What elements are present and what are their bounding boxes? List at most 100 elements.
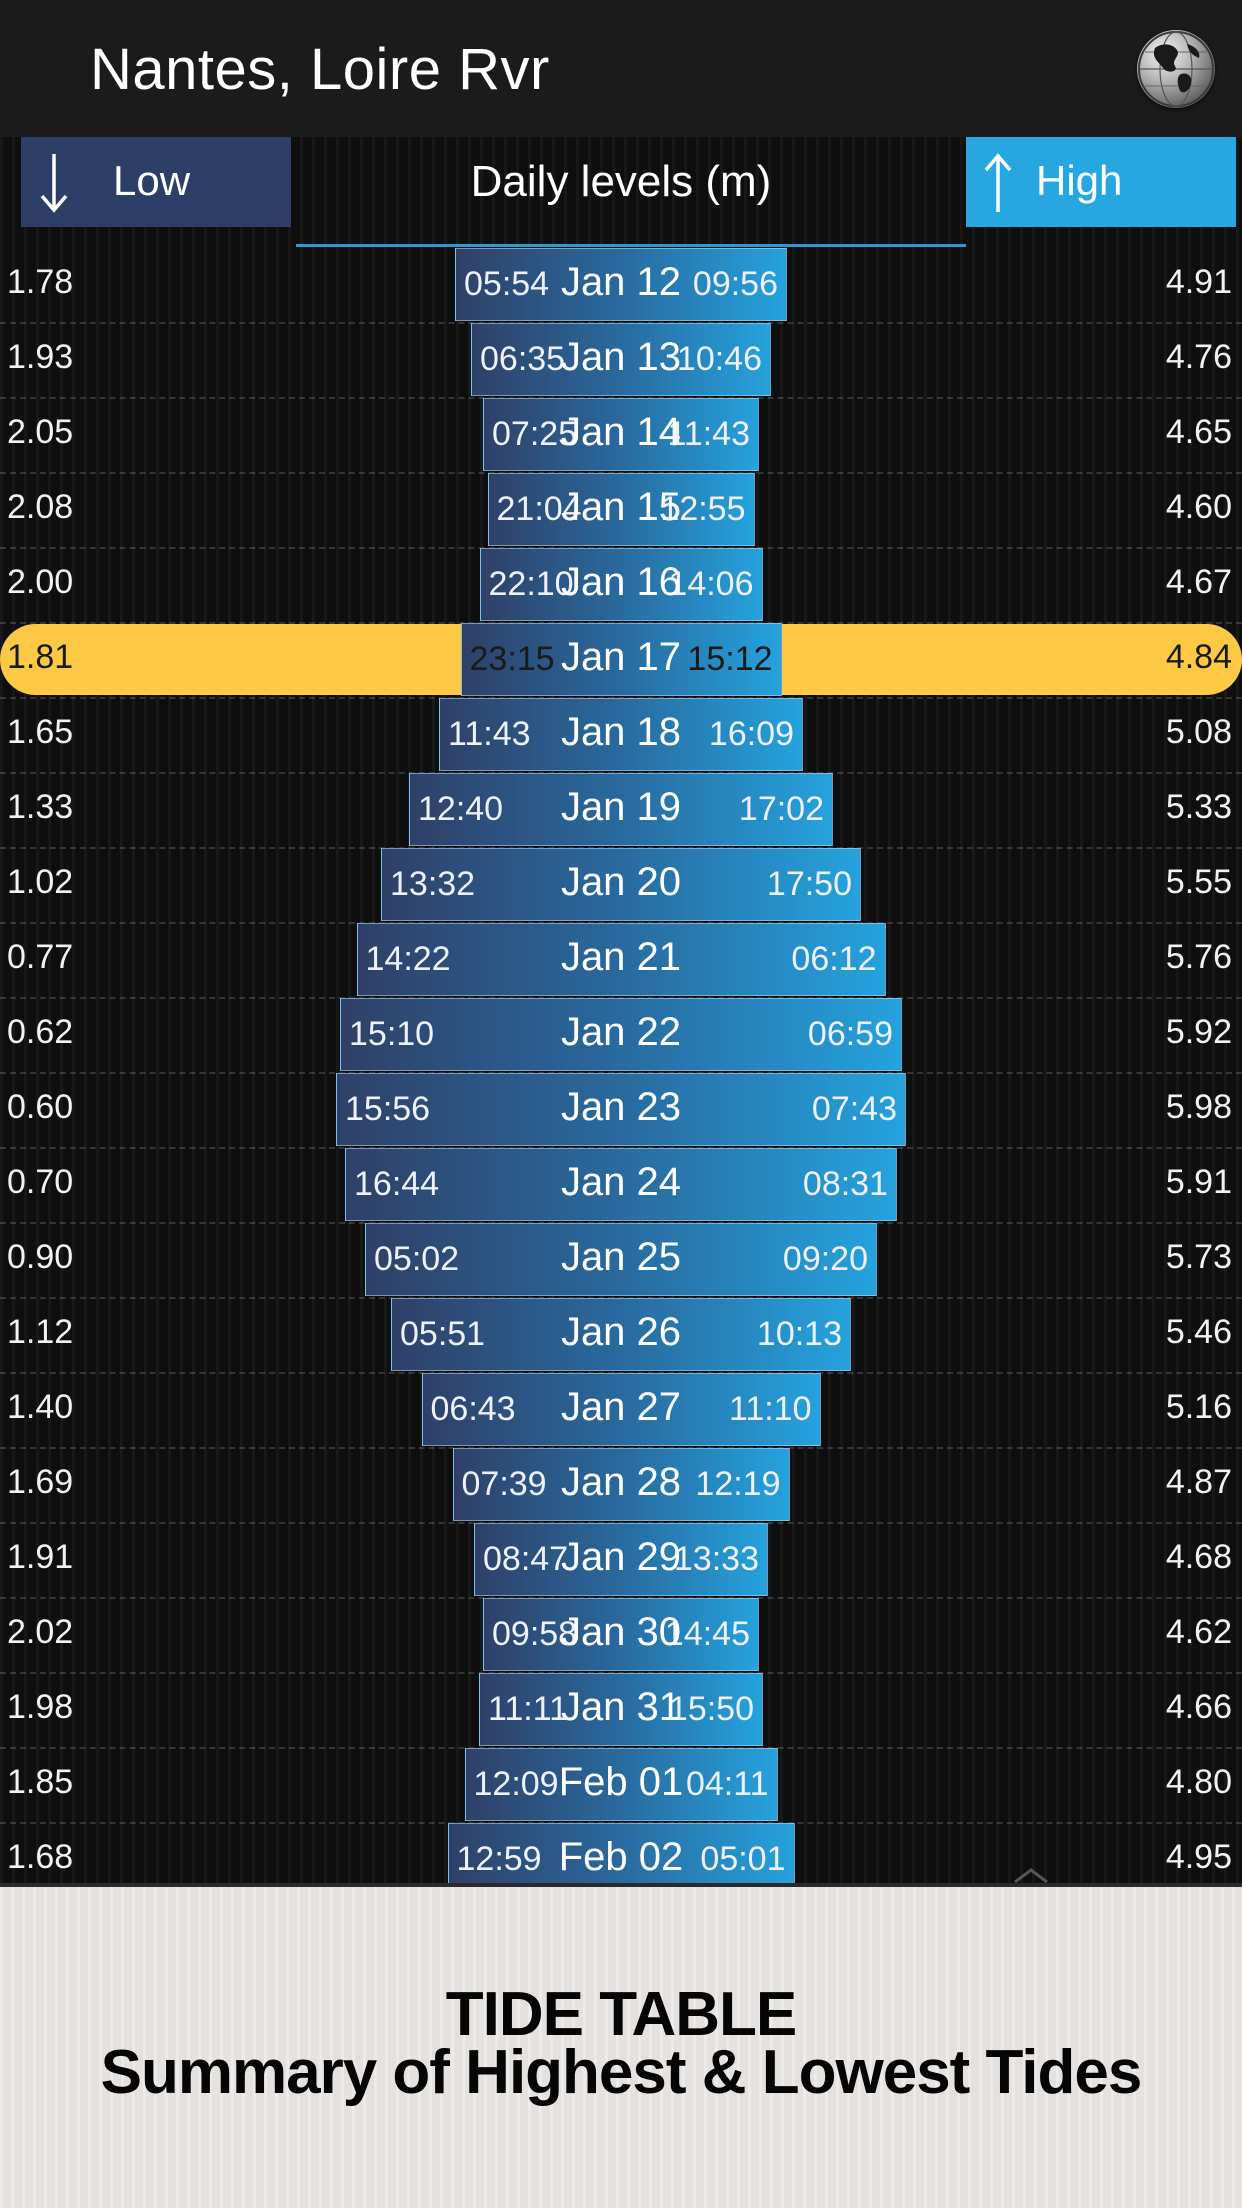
low-tide-time: 12:40	[418, 790, 504, 828]
low-level-value: 0.77	[7, 938, 74, 976]
high-tide-time: 09:20	[782, 1240, 868, 1278]
low-level-value: 1.12	[7, 1313, 74, 1351]
high-level-value: 4.62	[1165, 1613, 1232, 1651]
tide-row[interactable]: 1.93 06:35 10:46 Jan 13 4.76	[0, 322, 1242, 397]
high-level-value: 5.91	[1165, 1163, 1232, 1201]
tide-row[interactable]: 2.05 07:25 11:43 Jan 14 4.65	[0, 397, 1242, 472]
location-title: Nantes, Loire Rvr	[90, 37, 550, 102]
tide-row[interactable]: 1.40 06:43 11:10 Jan 27 5.16	[0, 1372, 1242, 1447]
row-date: Jan 18	[560, 710, 682, 754]
high-tide-time: 06:12	[791, 940, 877, 978]
high-tide-time: 10:13	[756, 1315, 842, 1353]
tide-row[interactable]: 0.60 15:56 07:43 Jan 23 5.98	[0, 1072, 1242, 1147]
scroll-up-indicator-icon[interactable]	[1013, 1868, 1049, 1883]
tide-row[interactable]: 1.81 23:15 15:12 Jan 17 4.84	[0, 622, 1242, 697]
tide-row[interactable]: 1.33 12:40 17:02 Jan 19 5.33	[0, 772, 1242, 847]
row-date: Jan 20	[560, 860, 682, 904]
high-tide-time: 11:10	[728, 1390, 812, 1428]
high-level-value: 5.08	[1165, 713, 1232, 751]
caption-subtitle: Summary of Highest & Lowest Tides	[100, 2038, 1143, 2107]
tide-row[interactable]: 0.70 16:44 08:31 Jan 24 5.91	[0, 1147, 1242, 1222]
low-tide-time: 06:43	[430, 1390, 516, 1428]
high-tide-time: 06:59	[807, 1015, 893, 1053]
tide-row[interactable]: 1.68 12:59 05:01 Feb 02 4.95	[0, 1822, 1242, 1883]
tide-row[interactable]: 1.91 08:47 13:33 Jan 29 4.68	[0, 1522, 1242, 1597]
low-level-value: 1.02	[7, 863, 74, 901]
high-level-value: 4.91	[1165, 263, 1232, 301]
tide-row[interactable]: 0.90 05:02 09:20 Jan 25 5.73	[0, 1222, 1242, 1297]
row-date: Jan 14	[560, 410, 682, 454]
low-tide-time: 15:10	[349, 1015, 435, 1053]
high-level-value: 4.76	[1165, 338, 1232, 376]
row-date: Jan 13	[560, 335, 682, 379]
row-date: Jan 12	[560, 260, 682, 304]
high-level-value: 5.73	[1165, 1238, 1232, 1276]
row-date: Jan 21	[560, 935, 682, 979]
tide-row[interactable]: 1.69 07:39 12:19 Jan 28 4.87	[0, 1447, 1242, 1522]
low-tide-time: 14:22	[365, 940, 451, 978]
tide-row[interactable]: 1.65 11:43 16:09 Jan 18 5.08	[0, 697, 1242, 772]
low-level-value: 0.90	[7, 1238, 74, 1276]
low-level-value: 1.85	[7, 1763, 74, 1801]
tide-row[interactable]: 2.08 21:04 12:55 Jan 15 4.60	[0, 472, 1242, 547]
row-date: Jan 31	[560, 1685, 682, 1729]
low-level-value: 0.70	[7, 1163, 74, 1201]
row-date: Jan 19	[560, 785, 682, 829]
low-column-header: Low	[21, 137, 291, 227]
row-date: Jan 30	[560, 1610, 682, 1654]
low-level-value: 2.00	[7, 563, 74, 601]
tide-row[interactable]: 1.98 11:11 15:50 Jan 31 4.66	[0, 1672, 1242, 1747]
high-level-value: 4.68	[1165, 1538, 1232, 1576]
tide-row[interactable]: 1.02 13:32 17:50 Jan 20 5.55	[0, 847, 1242, 922]
globe-icon[interactable]	[1137, 30, 1215, 108]
high-level-value: 5.55	[1165, 863, 1232, 901]
tide-row[interactable]: 1.12 05:51 10:13 Jan 26 5.46	[0, 1297, 1242, 1372]
low-level-value: 2.08	[7, 488, 74, 526]
row-date: Jan 23	[560, 1085, 682, 1129]
high-level-value: 4.84	[1165, 638, 1232, 676]
low-level-value: 2.05	[7, 413, 74, 451]
low-tide-time: 13:32	[390, 865, 476, 903]
high-level-value: 5.98	[1165, 1088, 1232, 1126]
tide-row[interactable]: 1.85 12:09 04:11 Feb 01 4.80	[0, 1747, 1242, 1822]
arrow-down-icon	[40, 154, 68, 213]
low-header-label: Low	[113, 157, 191, 204]
arrow-up-icon	[984, 153, 1012, 212]
daily-levels-title: Daily levels (m)	[470, 157, 772, 206]
low-level-value: 1.91	[7, 1538, 74, 1576]
low-level-value: 1.78	[7, 263, 74, 301]
caption-panel: TIDE TABLE Summary of Highest & Lowest T…	[0, 1883, 1242, 2208]
low-level-value: 0.60	[7, 1088, 74, 1126]
low-level-value: 1.69	[7, 1463, 74, 1501]
high-level-value: 4.65	[1165, 413, 1232, 451]
tide-row[interactable]: 2.02 09:58 14:45 Jan 30 4.62	[0, 1597, 1242, 1672]
low-level-value: 1.68	[7, 1838, 74, 1876]
row-date: Jan 15	[560, 485, 682, 529]
top-bar: Nantes, Loire Rvr	[0, 0, 1242, 137]
high-level-value: 5.16	[1165, 1388, 1232, 1426]
high-level-value: 4.67	[1165, 563, 1232, 601]
tide-row[interactable]: 0.62 15:10 06:59 Jan 22 5.92	[0, 997, 1242, 1072]
low-level-value: 0.62	[7, 1013, 74, 1051]
tide-table[interactable]: Low Daily levels (m) High 1.78 05:54 09:56…	[0, 137, 1242, 1883]
row-date: Jan 28	[560, 1460, 682, 1504]
low-tide-time: 05:51	[400, 1315, 486, 1353]
row-date: Jan 29	[560, 1535, 682, 1579]
low-level-value: 1.98	[7, 1688, 74, 1726]
row-date: Jan 22	[560, 1010, 682, 1054]
high-level-value: 4.60	[1165, 488, 1232, 526]
low-level-value: 1.81	[7, 638, 74, 676]
high-header-label: High	[1036, 157, 1123, 204]
high-level-value: 5.33	[1165, 788, 1232, 826]
row-date: Jan 17	[560, 635, 682, 679]
high-level-value: 5.92	[1165, 1013, 1232, 1051]
tide-row[interactable]: 2.00 22:10 14:06 Jan 16 4.67	[0, 547, 1242, 622]
tide-row[interactable]: 0.77 14:22 06:12 Jan 21 5.76	[0, 922, 1242, 997]
row-date: Jan 25	[560, 1235, 682, 1279]
tide-row[interactable]: 1.78 05:54 09:56 Jan 12 4.91	[0, 247, 1242, 322]
row-date: Jan 16	[560, 560, 682, 604]
high-tide-time: 07:43	[811, 1090, 897, 1128]
row-date: Jan 26	[560, 1310, 682, 1354]
row-date: Jan 27	[560, 1385, 682, 1429]
high-level-value: 4.80	[1165, 1763, 1232, 1801]
